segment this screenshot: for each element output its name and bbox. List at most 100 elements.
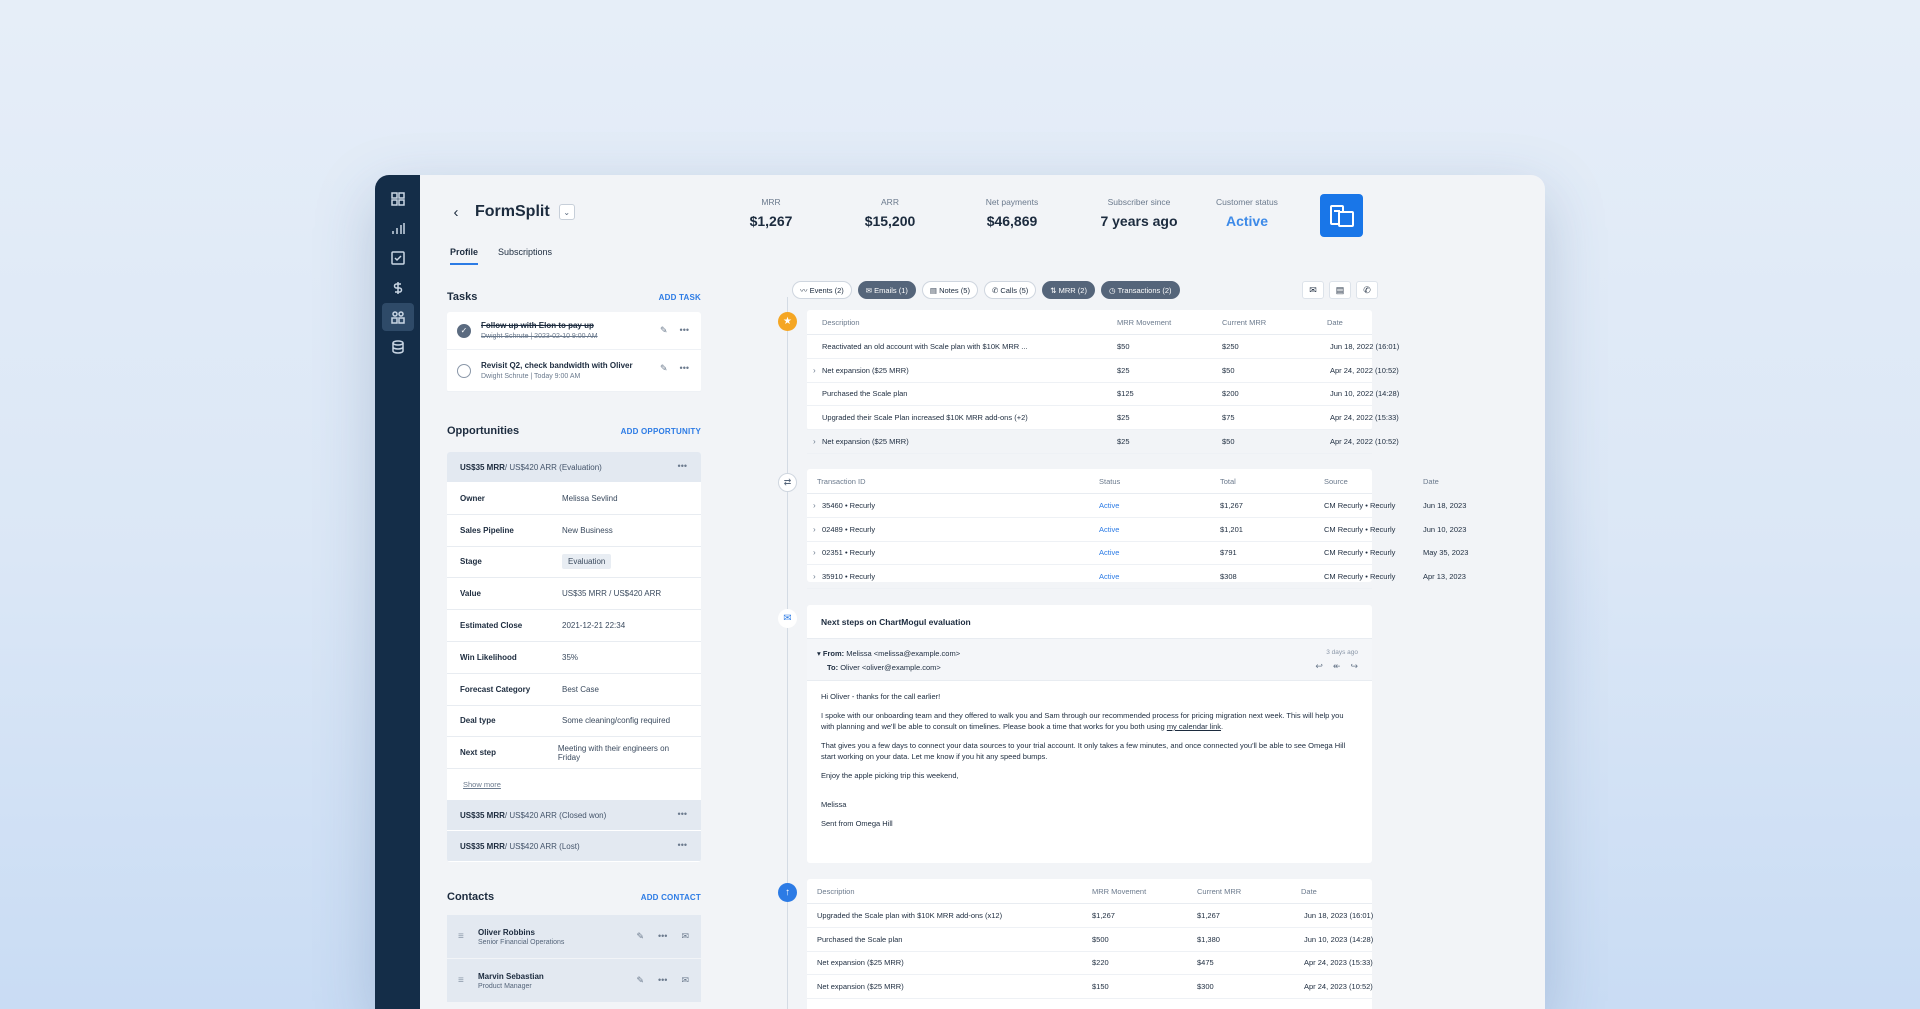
table-row[interactable]: Net expansion ($25 MRR) $150 $300 Apr 24, 2… [807,975,1373,1000]
filter-events[interactable]: 〰 Events (2) [792,281,852,299]
opportunities-list: US$35 MRR / US$420 ARR (Evaluation) ••• O… [447,452,701,863]
show-more-link[interactable]: Show more [447,769,701,801]
dashboard-nav-icon[interactable] [382,185,414,213]
table-row[interactable]: Net expansion ($25 MRR) $220 $475 Apr 24, 2… [807,952,1373,976]
field-value-text: New Business [562,525,613,535]
reply-icon[interactable]: ↩ [1315,661,1323,672]
checkbox-icon[interactable] [457,363,471,378]
add-task-button[interactable]: ADD TASK [659,293,701,302]
task-item[interactable]: ✓ Follow up with Elon to pay up Dwight Sc… [447,312,701,350]
field-label: Deal type [460,716,496,726]
contact-role: Product Manager [478,982,532,990]
chevron-right-icon[interactable]: › [813,525,816,534]
filter-transactions[interactable]: ◷ Transactions (2) [1100,281,1180,299]
table-row[interactable]: Purchased the Scale plan $125 $200 Jun 10, … [807,383,1399,407]
forward-icon[interactable]: ↪ [1350,661,1358,672]
row-date: Apr 24, 2023 (10:52) [1304,982,1373,992]
col-transaction-id: Transaction ID [817,476,866,486]
calendar-link[interactable]: my calendar link [1167,722,1221,731]
data-nav-icon[interactable] [382,333,414,361]
add-contact-button[interactable]: ADD CONTACT [641,893,701,902]
add-note-icon[interactable]: ▤ [1329,281,1351,299]
table-row[interactable]: › 02489 • Recurly Active $1,201 CM Recurly •… [807,518,1466,542]
more-icon[interactable]: ••• [678,840,687,850]
table-row[interactable]: Upgraded their Scale Plan increased $10K… [807,406,1399,431]
chevron-right-icon[interactable]: › [813,366,816,375]
drag-handle-icon[interactable]: ≡ [458,975,474,986]
edit-icon[interactable]: ✎ [660,325,668,336]
table-row[interactable]: Reactivated an old account with Scale pl… [807,335,1399,359]
mail-icon[interactable]: ✉ [681,975,689,986]
table-row[interactable]: › Net expansion ($25 MRR) $25 $50 Apr 24, 20… [807,430,1399,454]
row-current-mrr: $1,380 [1197,934,1220,944]
compose-mail-icon[interactable]: ✉ [1302,281,1324,299]
row-mrr-movement: $500 [1092,934,1109,944]
filter-emails[interactable]: ✉ Emails (1) [857,281,916,299]
more-icon[interactable]: ••• [678,809,687,819]
chevron-right-icon[interactable]: › [813,548,816,557]
reports-nav-icon[interactable] [382,215,414,243]
chevron-down-icon[interactable]: ⌄ [558,204,575,220]
edit-icon[interactable]: ✎ [636,975,644,986]
filter-notes[interactable]: ▤ Notes (5) [921,281,978,299]
chevron-right-icon[interactable]: › [813,572,816,581]
more-icon[interactable]: ••• [678,461,687,471]
field-label: Forecast Category [460,684,531,694]
row-status: Active [1099,500,1120,510]
chevron-right-icon[interactable]: › [813,437,816,446]
table-row[interactable]: › 35910 • Recurly Active $308 CM Recurly • R… [807,565,1466,590]
field-value: US$35 MRR / US$420 ARR [562,589,661,598]
contact-name: Oliver Robbins [478,927,535,937]
row-date: Jun 10, 2022 (14:28) [1330,389,1400,399]
field-value: Best Case [562,685,599,694]
more-icon[interactable]: ••• [658,975,667,986]
metric-subscriber-since: Subscriber since 7 years ago [1100,197,1178,229]
col-source: Source [1324,476,1348,486]
email-from-label: From: [822,649,845,658]
add-opportunity-button[interactable]: ADD OPPORTUNITY [621,427,701,436]
opportunity-field-row: Stage Evaluation [447,546,701,579]
table-row[interactable]: › Net expansion ($25 MRR) $25 $50 Apr 24, 20… [807,359,1399,383]
checkbox-checked-icon[interactable]: ✓ [457,323,471,338]
row-mrr-movement: $25 [1117,413,1130,423]
field-value: 2021-12-21 22:34 [562,621,625,630]
table-row[interactable]: › 02351 • Recurly Active $791 CM Recurly • R… [807,542,1468,566]
row-transaction-id: 02351 • Recurly [822,548,876,558]
drag-handle-icon[interactable]: ≡ [458,931,474,942]
revenue-nav-icon[interactable] [382,274,414,302]
more-icon[interactable]: ••• [680,325,689,336]
more-icon[interactable]: ••• [680,363,689,374]
edit-icon[interactable]: ✎ [636,931,644,942]
row-date: Jun 18, 2023 [1423,500,1467,510]
col-total: Total [1220,476,1236,486]
reply-all-icon[interactable]: ↞ [1333,661,1341,672]
tasks-nav-icon[interactable] [382,244,414,272]
opportunity-closed-won[interactable]: US$35 MRR / US$420 ARR (Closed won) ••• [447,800,701,832]
tab-profile[interactable]: Profile [450,247,479,265]
opportunity-field-row: Estimated Close 2021-12-21 22:34 [447,610,701,642]
field-value: Some cleaning/config required [562,716,670,725]
mail-icon[interactable]: ✉ [681,931,689,942]
email-header: ▾ From: Melissa <melissa@example.com> To… [807,639,1372,681]
chevron-right-icon[interactable]: › [813,501,816,510]
log-call-icon[interactable]: ✆ [1356,281,1378,299]
table-row[interactable]: › 35460 • Recurly Active $1,267 CM Recurly •… [807,494,1466,518]
row-current-mrr: $300 [1197,982,1214,992]
table-row[interactable]: Upgraded the Scale plan with $10K MRR ad… [807,904,1373,928]
field-label: Value [460,589,481,599]
row-current-mrr: $250 [1222,341,1239,351]
customers-nav-icon[interactable] [382,303,414,331]
filter-calls[interactable]: ✆ Calls (5) [983,281,1037,299]
more-icon[interactable]: ••• [658,931,667,942]
tab-subscriptions[interactable]: Subscriptions [498,247,552,265]
opportunity-lost[interactable]: US$35 MRR / US$420 ARR (Lost) ••• [447,831,701,863]
filter-mrr[interactable]: ⇅ MRR (2) [1042,281,1095,299]
task-item[interactable]: Revisit Q2, check bandwidth with Oliver D… [447,350,701,392]
edit-icon[interactable]: ✎ [660,363,668,374]
opportunity-field-row: Owner Melissa Sevlind [447,483,701,515]
opportunity-header[interactable]: US$35 MRR / US$420 ARR (Evaluation) ••• [447,452,701,483]
contact-item[interactable]: ≡ Marvin Sebastian Product Manager ✎ ••• ✉ [447,959,701,1003]
contact-item[interactable]: ≡ Oliver Robbins Senior Financial Operati… [447,915,701,959]
table-row[interactable]: Purchased the Scale plan $500 $1,380 Jun 10… [807,928,1373,952]
back-icon[interactable]: ‹ [447,203,465,221]
